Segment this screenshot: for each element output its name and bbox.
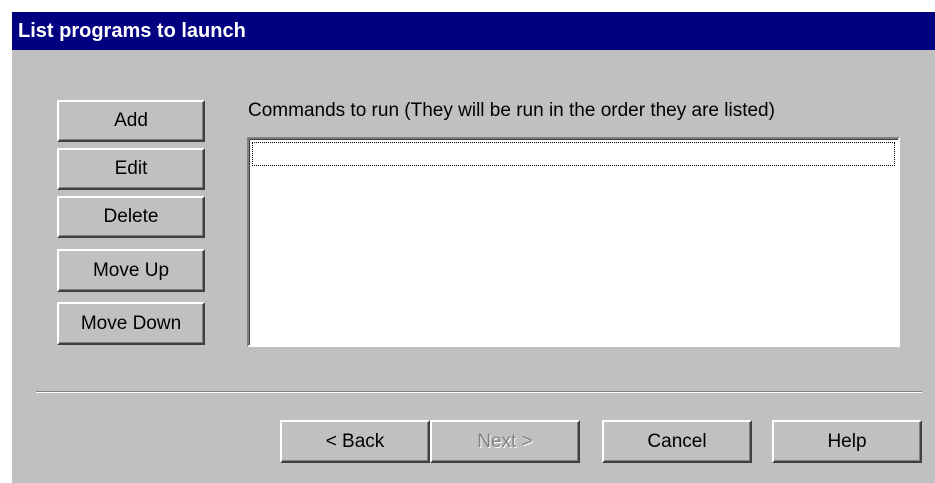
separator-line xyxy=(36,391,922,393)
focus-rectangle xyxy=(252,142,895,166)
move-up-button[interactable]: Move Up xyxy=(57,249,205,292)
dialog-title: List programs to launch xyxy=(12,12,935,50)
commands-label: Commands to run (They will be run in the… xyxy=(248,100,775,121)
move-down-button[interactable]: Move Down xyxy=(57,302,205,345)
help-button[interactable]: Help xyxy=(772,420,922,463)
edit-button[interactable]: Edit xyxy=(57,148,205,190)
back-button[interactable]: < Back xyxy=(280,420,430,463)
next-button[interactable]: Next > xyxy=(430,420,580,463)
cancel-button[interactable]: Cancel xyxy=(602,420,752,463)
dialog-window: List programs to launch Add Edit Delete … xyxy=(10,10,935,483)
delete-button[interactable]: Delete xyxy=(57,196,205,238)
commands-listbox[interactable] xyxy=(247,137,900,347)
add-button[interactable]: Add xyxy=(57,100,205,142)
